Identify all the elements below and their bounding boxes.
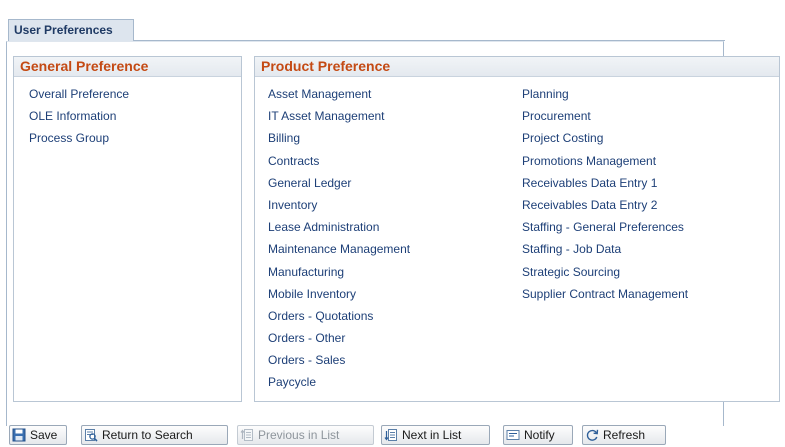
product-preference-link[interactable]: Orders - Quotations [268,305,410,327]
product-preference-link[interactable]: General Ledger [268,172,410,194]
product-preference-link[interactable]: Inventory [268,194,410,216]
product-preference-link[interactable]: Contracts [268,150,410,172]
general-preference-group: General Preference Overall Preference OLE… [13,56,242,402]
product-preference-link[interactable]: Project Costing [522,127,688,149]
notify-button[interactable]: Notify [503,425,573,445]
product-preference-link[interactable]: Billing [268,127,410,149]
product-preference-link[interactable]: Supplier Contract Management [522,283,688,305]
product-preference-link[interactable]: Orders - Other [268,327,410,349]
general-preference-links: Overall Preference OLE Information Process… [29,83,129,150]
previous-in-list-icon [240,428,254,442]
general-preference-link[interactable]: Overall Preference [29,83,129,105]
product-preference-link[interactable]: Manufacturing [268,261,410,283]
general-preference-title: General Preference [14,57,241,77]
general-preference-link[interactable]: OLE Information [29,105,129,127]
product-preference-link[interactable]: Asset Management [268,83,410,105]
next-in-list-label: Next in List [402,428,462,442]
product-preference-link[interactable]: Receivables Data Entry 1 [522,172,688,194]
previous-in-list-button[interactable]: Previous in List [237,425,374,445]
product-preference-link[interactable]: Planning [522,83,688,105]
product-preference-links-col2: Planning Procurement Project Costing Promot… [522,83,688,305]
return-to-search-button[interactable]: Return to Search [81,425,228,445]
notify-icon [506,428,520,442]
return-search-icon [84,428,98,442]
product-preference-link[interactable]: Paycycle [268,371,410,393]
product-preference-link[interactable]: Procurement [522,105,688,127]
product-preference-link[interactable]: Lease Administration [268,216,410,238]
next-in-list-button[interactable]: Next in List [381,425,490,445]
floppy-disk-icon [12,428,26,442]
save-button-label: Save [30,428,58,442]
product-preference-title: Product Preference [255,57,779,77]
return-to-search-label: Return to Search [102,428,193,442]
refresh-label: Refresh [603,428,646,442]
product-preference-link[interactable]: Promotions Management [522,150,688,172]
product-preference-link[interactable]: Staffing - General Preferences [522,216,688,238]
product-preference-link[interactable]: Mobile Inventory [268,283,410,305]
product-preference-link[interactable]: Strategic Sourcing [522,261,688,283]
general-preference-link[interactable]: Process Group [29,127,129,149]
product-preference-link[interactable]: Receivables Data Entry 2 [522,194,688,216]
product-preference-link[interactable]: Orders - Sales [268,349,410,371]
tab-user-preferences[interactable]: User Preferences [8,19,134,41]
refresh-icon [585,428,599,442]
product-preference-link[interactable]: IT Asset Management [268,105,410,127]
product-preference-links-col1: Asset Management IT Asset Management Billi… [268,83,410,394]
product-preference-group: Product Preference Asset Management IT As… [254,56,780,402]
next-in-list-icon [384,428,398,442]
notify-label: Notify [524,428,555,442]
previous-in-list-label: Previous in List [258,428,340,442]
save-button[interactable]: Save [9,425,67,445]
refresh-button[interactable]: Refresh [582,425,666,445]
product-preference-link[interactable]: Maintenance Management [268,238,410,260]
product-preference-link[interactable]: Staffing - Job Data [522,238,688,260]
